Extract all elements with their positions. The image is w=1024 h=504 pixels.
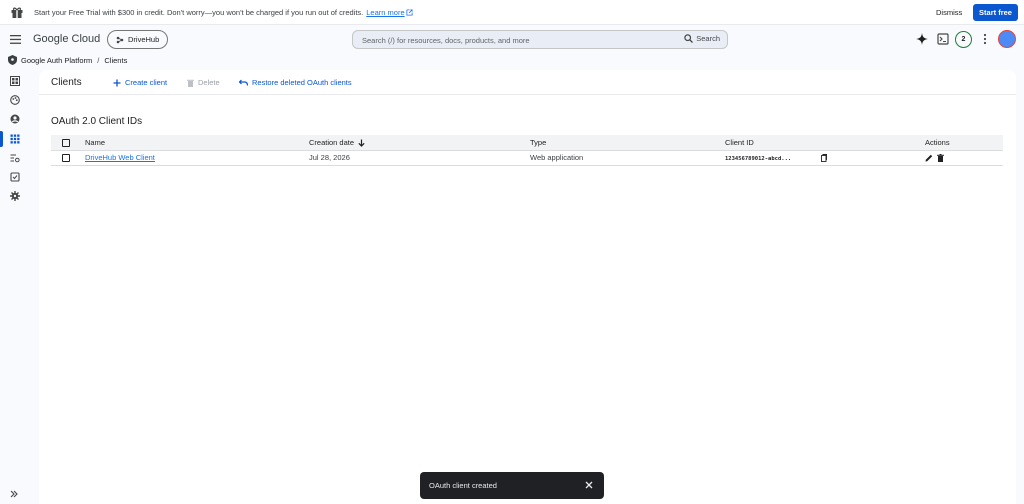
google-cloud-logo[interactable]: Google Cloud — [33, 33, 100, 45]
create-client-label: Create client — [125, 78, 168, 87]
external-link-icon — [406, 8, 413, 16]
audience-icon[interactable] — [10, 114, 20, 124]
search-placeholder: Search (/) for resources, docs, products… — [362, 36, 530, 45]
col-actions: Actions — [925, 135, 1003, 151]
create-client-button[interactable]: Create client — [113, 78, 167, 87]
col-client-id[interactable]: Client ID — [725, 135, 925, 151]
breadcrumb-product[interactable]: Google Auth Platform — [21, 56, 92, 65]
avatar[interactable] — [998, 30, 1016, 48]
search-button-label: Search — [696, 34, 720, 43]
data-access-icon[interactable] — [10, 153, 20, 163]
gift-icon — [11, 7, 23, 18]
restore-deleted-button[interactable]: Restore deleted OAuth clients — [239, 78, 352, 87]
undo-icon — [239, 79, 248, 86]
promo-message: Start your Free Trial with $300 in credi… — [34, 7, 364, 17]
clients-icon[interactable] — [10, 134, 20, 144]
client-id-cell: 123456789012-abcd... — [725, 150, 925, 166]
breadcrumb: Google Auth Platform / Clients — [8, 54, 127, 66]
creation-date-cell: Jul 28, 2026 — [309, 150, 530, 166]
active-nav-indicator — [0, 131, 3, 147]
left-nav-rail — [0, 70, 32, 504]
search-input[interactable]: Search (/) for resources, docs, products… — [352, 30, 728, 49]
shield-icon — [8, 55, 17, 65]
copy-icon[interactable] — [821, 154, 828, 162]
page-title: Clients — [51, 77, 82, 88]
menu-icon[interactable] — [10, 35, 21, 44]
page-toolbar: Clients Create client Delete Restore del… — [39, 70, 1016, 95]
settings-icon[interactable] — [10, 191, 20, 201]
select-all-cell — [51, 135, 73, 151]
type-cell: Web application — [530, 150, 725, 166]
delete-row-icon[interactable] — [937, 154, 944, 162]
overview-icon[interactable] — [10, 76, 20, 86]
table-header-row: Name Creation date Type Client ID Action… — [51, 135, 1003, 151]
collapse-nav-icon[interactable] — [10, 490, 18, 498]
search-icon — [684, 34, 694, 43]
client-id-value: 123456789012-abcd... — [725, 155, 792, 162]
delete-label: Delete — [198, 78, 220, 87]
col-type[interactable]: Type — [530, 135, 725, 151]
table-row: DriveHub Web Client Jul 28, 2026 Web app… — [51, 150, 1003, 166]
col-creation-date[interactable]: Creation date — [309, 135, 530, 151]
close-icon[interactable] — [585, 481, 593, 489]
start-free-button[interactable]: Start free — [973, 4, 1018, 21]
breadcrumb-current: Clients — [104, 55, 128, 65]
client-name-cell: DriveHub Web Client — [73, 150, 309, 166]
project-icon — [116, 36, 124, 43]
section-title: OAuth 2.0 Client IDs — [51, 116, 143, 127]
project-picker[interactable]: DriveHub — [107, 30, 168, 49]
search-button[interactable]: Search — [684, 34, 720, 43]
plus-icon — [113, 79, 121, 86]
project-name: DriveHub — [128, 35, 160, 44]
trash-icon — [187, 79, 194, 87]
snackbar-message: OAuth client created — [429, 481, 497, 490]
col-name[interactable]: Name — [73, 135, 309, 151]
breadcrumb-separator: / — [97, 55, 100, 65]
snackbar: OAuth client created — [420, 472, 604, 499]
row-checkbox[interactable] — [62, 154, 70, 162]
cloud-shell-icon[interactable] — [937, 33, 949, 45]
more-vert-icon[interactable] — [983, 33, 987, 45]
select-all-checkbox[interactable] — [62, 138, 70, 147]
dismiss-button[interactable]: Dismiss — [936, 8, 962, 17]
edit-icon[interactable] — [925, 154, 933, 162]
gemini-icon[interactable] — [916, 33, 928, 45]
delete-button[interactable]: Delete — [187, 78, 220, 87]
top-bar: Google Cloud DriveHub Search (/) for res… — [0, 26, 1024, 53]
restore-deleted-label: Restore deleted OAuth clients — [252, 78, 352, 87]
verification-center-icon[interactable] — [10, 172, 20, 182]
promo-banner: Start your Free Trial with $300 in credi… — [0, 0, 1024, 25]
arrow-down-icon[interactable] — [358, 139, 365, 147]
client-name-link[interactable]: DriveHub Web Client — [85, 153, 155, 162]
learn-more-link[interactable]: Learn more — [366, 8, 404, 17]
notifications-badge[interactable]: 2 — [955, 31, 972, 48]
col-creation-date-label: Creation date — [309, 137, 355, 147]
row-select-cell — [51, 150, 73, 166]
actions-cell — [925, 150, 1003, 166]
branding-icon[interactable] — [10, 95, 20, 105]
clients-table: Name Creation date Type Client ID Action… — [51, 135, 1003, 166]
main-content-card: Clients Create client Delete Restore del… — [39, 70, 1016, 504]
